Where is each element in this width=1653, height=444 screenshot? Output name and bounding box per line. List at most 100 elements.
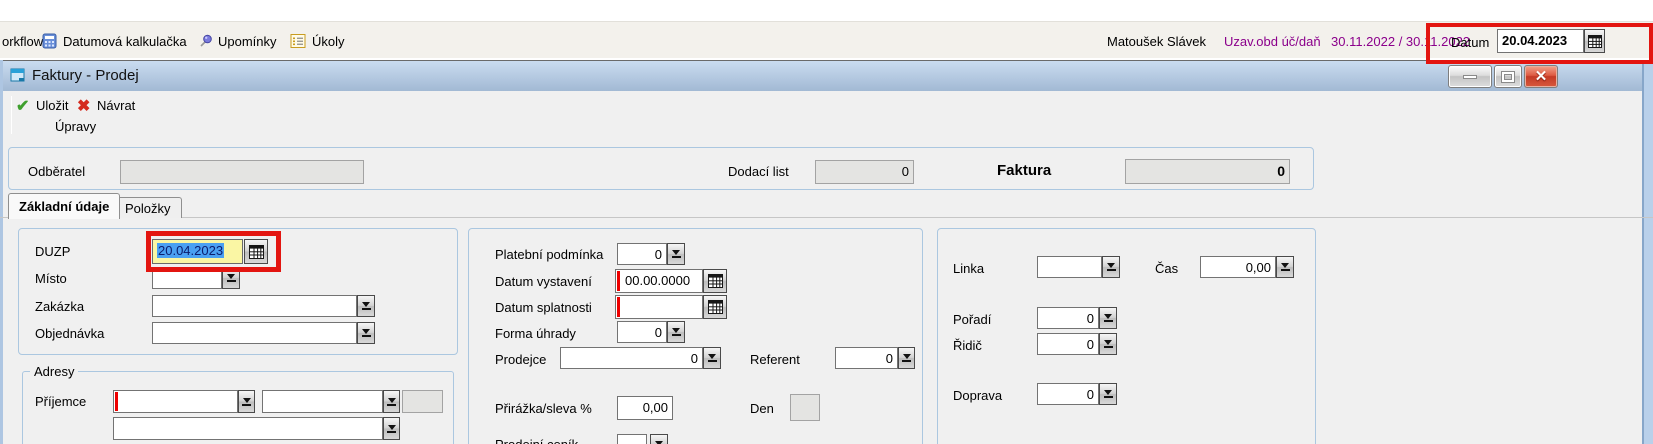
dropdown-underline [708,360,717,362]
dropdown-arrow-icon [362,329,370,334]
misto-dropdown-button[interactable] [222,267,240,289]
closed-period-label: Uzav.obd úč/daň [1224,34,1321,49]
prijemce-input-2[interactable] [262,390,383,413]
prijemce-dropdown-button-1[interactable] [238,390,255,413]
adresy-legend: Adresy [30,364,78,379]
dropdown-arrow-icon [388,398,396,403]
delivery-note-label: Dodací list [728,164,789,179]
platebni-podminka-label: Platební podmínka [495,247,603,262]
close-icon: ✕ [1535,69,1548,84]
doprava-input[interactable]: 0 [1037,383,1099,405]
window-titlebar[interactable] [0,60,1653,91]
close-button[interactable]: ✕ [1524,65,1558,88]
minimize-button[interactable] [1448,65,1492,88]
zakazka-input[interactable] [152,295,357,317]
ridic-input[interactable]: 0 [1037,333,1099,355]
forma-uhrady-input[interactable]: 0 [617,321,667,343]
prodejni-cenik-label: Prodejní ceník [495,437,578,444]
dropdown-arrow-icon [243,398,251,403]
closed-period-value: 30.11.2022 / 30.11.2022 [1331,34,1470,49]
prijemce-input-3[interactable] [113,417,383,440]
toolbar-item-tasks[interactable]: Úkoly [312,34,345,49]
dropdown-underline [1107,269,1116,271]
top-strip [0,0,1653,22]
platebni-podminka-dropdown-button[interactable] [667,243,685,265]
prijemce-input-1[interactable] [113,390,238,413]
ridic-dropdown-button[interactable] [1099,333,1117,355]
dropdown-underline [1104,396,1113,398]
prodejce-label: Prodejce [495,352,546,367]
doprava-dropdown-button[interactable] [1099,383,1117,405]
tab-polozky[interactable]: Položky [114,197,182,218]
toolbar-item-reminders[interactable]: Upomínky [218,34,277,49]
prijemce-disabled-box [402,390,443,413]
duzp-label: DUZP [35,244,70,259]
prirazka-sleva-input[interactable]: 0,00 [617,396,673,420]
misto-input[interactable] [152,267,222,289]
minimize-icon [1463,75,1477,79]
poradi-label: Pořadí [953,312,991,327]
datum-splatnosti-input[interactable] [615,295,703,319]
date-input[interactable]: 20.04.2023 [1497,29,1584,53]
dropdown-underline [902,360,911,362]
objednavka-dropdown-button[interactable] [357,322,375,344]
prodejce-input[interactable]: 0 [560,347,703,369]
prodejni-cenik-dropdown-button[interactable] [650,434,668,444]
dropdown-underline [362,335,371,337]
toolbar-grip[interactable] [11,96,12,134]
dropdown-arrow-icon [1104,390,1112,395]
dropdown-underline [672,334,681,336]
required-marker [617,271,620,291]
cas-label: Čas [1155,261,1178,276]
tab-zakladni-udaje[interactable]: Základní údaje [8,193,120,219]
date-calendar-button[interactable] [1584,29,1605,53]
linka-label: Linka [953,261,984,276]
maximize-button[interactable] [1494,65,1522,88]
linka-input[interactable] [1037,256,1102,278]
customer-label: Odběratel [28,164,85,179]
cas-input[interactable]: 0,00 [1200,256,1276,278]
back-button[interactable]: Návrat [97,98,135,113]
duzp-input[interactable]: 20.04.2023 [152,239,243,264]
dropdown-arrow-icon [1104,314,1112,319]
cas-dropdown-button[interactable] [1276,256,1294,278]
toolbar-item-workflow[interactable]: orkflow [2,34,43,49]
poradi-input[interactable]: 0 [1037,307,1099,329]
poradi-dropdown-button[interactable] [1099,307,1117,329]
customer-field [120,160,364,184]
datum-splatnosti-calendar-button[interactable] [703,295,727,319]
menu-upravy[interactable]: Úpravy [55,119,96,134]
dropdown-arrow-icon [903,354,911,359]
invoice-field: 0 [1125,159,1290,184]
toolbar-item-date-calculator[interactable]: Datumová kalkulačka [63,34,187,49]
datum-vystaveni-label: Datum vystavení [495,274,592,289]
platebni-podminka-input[interactable]: 0 [617,243,667,265]
misto-label: Místo [35,271,67,286]
pin-icon [197,33,213,49]
tabstrip-baseline [0,217,1653,218]
forma-uhrady-dropdown-button[interactable] [667,321,685,343]
dropdown-underline [1281,269,1290,271]
zakazka-dropdown-button[interactable] [357,295,375,317]
prijemce-label: Příjemce [35,394,86,409]
linka-dropdown-button[interactable] [1102,256,1120,278]
dropdown-underline [387,431,396,433]
doprava-label: Doprava [953,388,1002,403]
prijemce-dropdown-button-2[interactable] [383,390,400,413]
required-marker [115,392,118,411]
ridic-label: Řidič [953,338,982,353]
duzp-calendar-button[interactable] [244,239,268,264]
referent-input[interactable]: 0 [835,347,898,369]
prijemce-dropdown-button-3[interactable] [383,417,400,440]
datum-vystaveni-calendar-button[interactable] [703,269,727,293]
datum-splatnosti-label: Datum splatnosti [495,300,592,315]
save-button[interactable]: Uložit [36,98,69,113]
dropdown-underline [242,404,251,406]
objednavka-input[interactable] [152,322,357,344]
prodejce-dropdown-button[interactable] [703,347,721,369]
referent-dropdown-button[interactable] [898,347,915,369]
datum-vystaveni-input[interactable]: 00.00.0000 [615,269,703,293]
window-title: Faktury - Prodej [32,67,139,84]
prodejni-cenik-input[interactable] [617,434,647,444]
tab-label: Základní údaje [19,199,109,214]
